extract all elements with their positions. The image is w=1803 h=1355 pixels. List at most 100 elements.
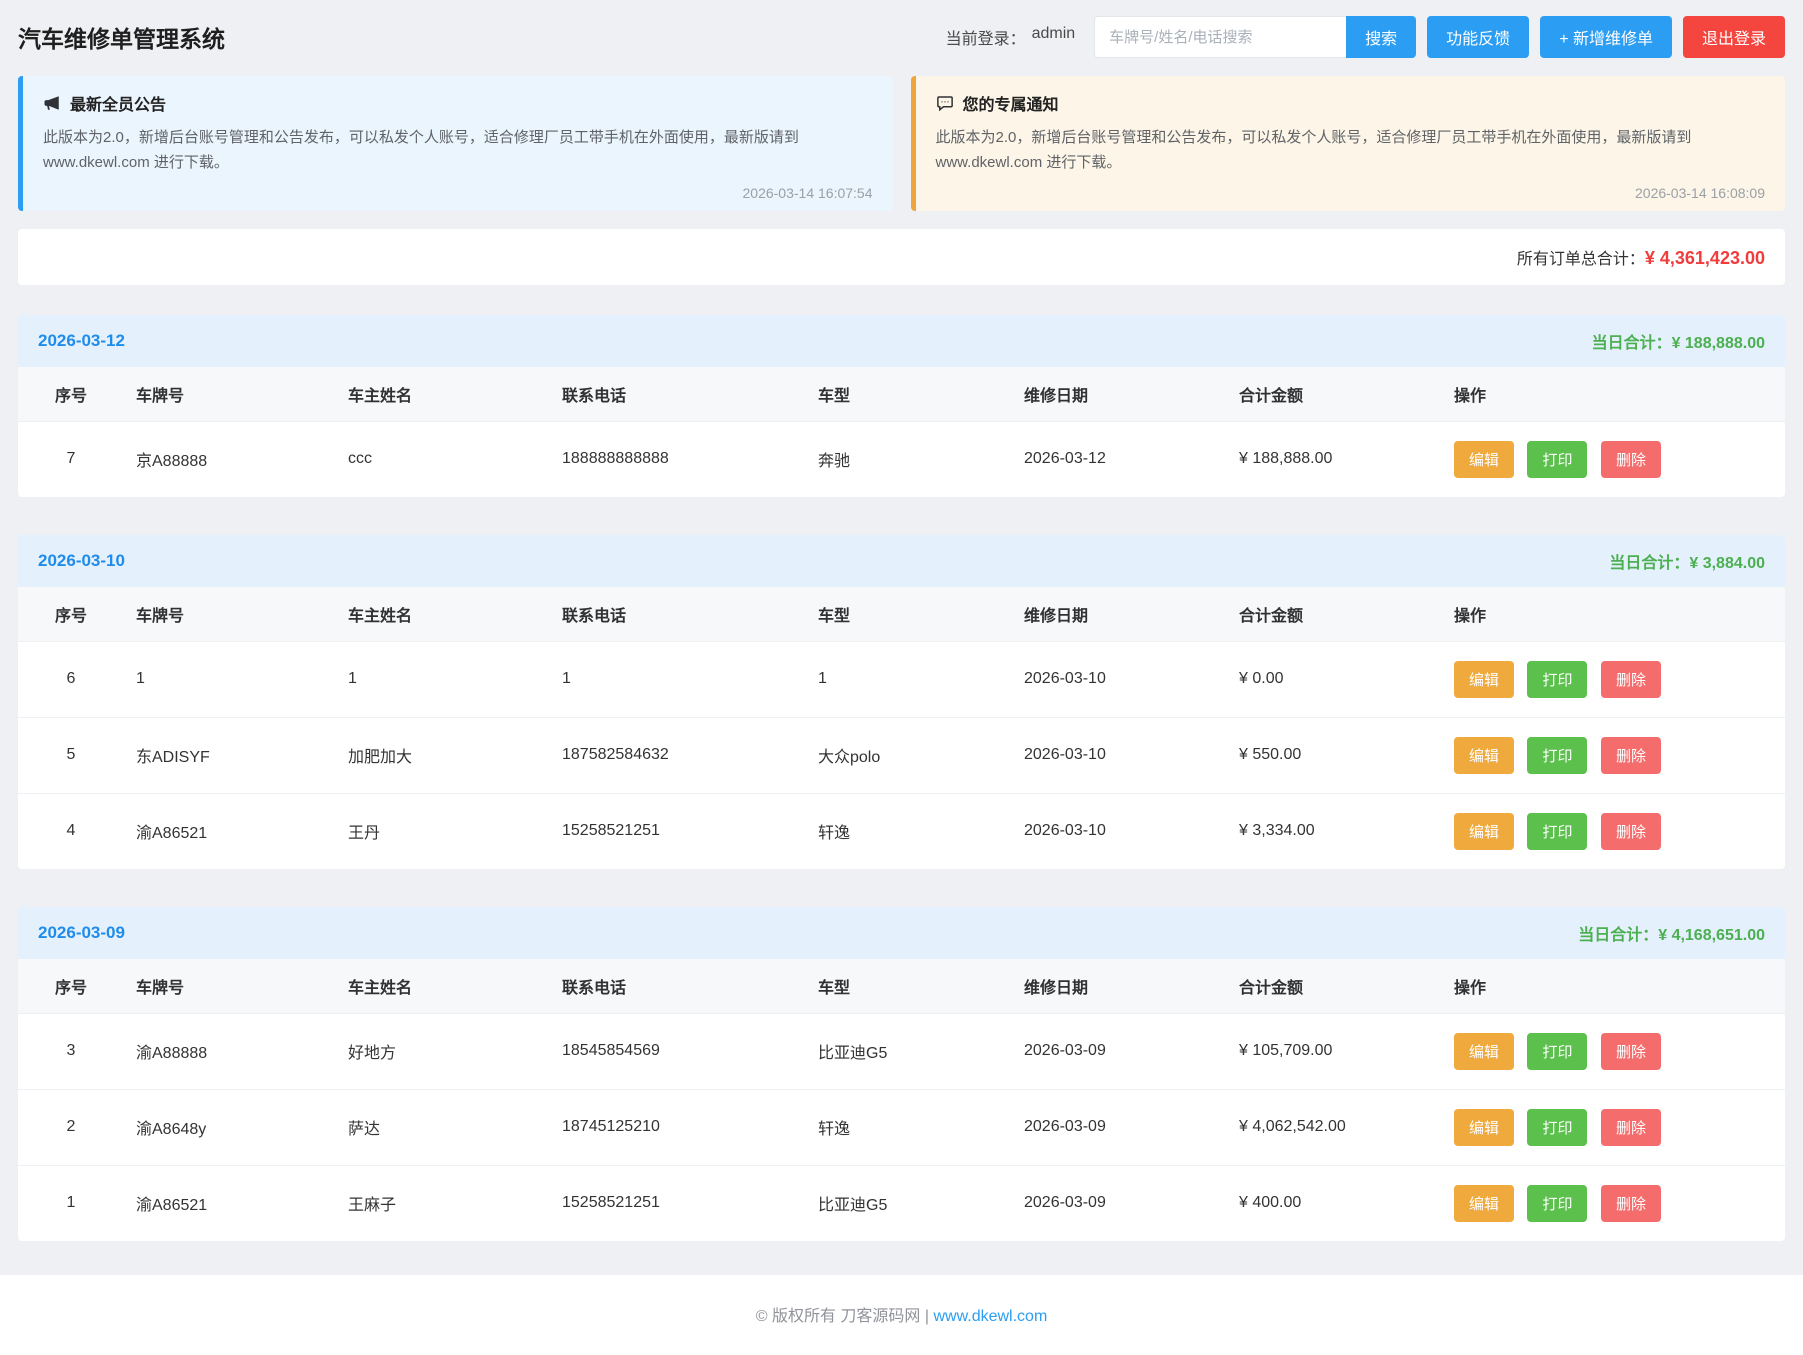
cell-car-model: 比亚迪G5 bbox=[806, 1165, 1012, 1241]
cell-amount: ¥ 400.00 bbox=[1227, 1165, 1442, 1241]
cell-owner-name: 萨达 bbox=[336, 1089, 550, 1165]
edit-button[interactable]: 编辑 bbox=[1454, 813, 1514, 850]
edit-button[interactable]: 编辑 bbox=[1454, 1109, 1514, 1146]
cell-repair-date: 2026-03-10 bbox=[1012, 641, 1227, 717]
table-row: 3 渝A88888 好地方 18545854569 比亚迪G5 2026-03-… bbox=[18, 1013, 1785, 1089]
column-header: 序号 bbox=[18, 587, 124, 642]
delete-button[interactable]: 删除 bbox=[1601, 441, 1661, 478]
cell-index: 5 bbox=[18, 717, 124, 793]
logout-button[interactable]: 退出登录 bbox=[1683, 16, 1785, 58]
table-row: 1 渝A86521 王麻子 15258521251 比亚迪G5 2026-03-… bbox=[18, 1165, 1785, 1241]
cell-amount: ¥ 550.00 bbox=[1227, 717, 1442, 793]
group-header: 2026-03-12 当日合计：¥ 188,888.00 bbox=[18, 315, 1785, 367]
cell-car-model: 奔驰 bbox=[806, 421, 1012, 497]
daily-total: 当日合计：¥ 4,168,651.00 bbox=[1578, 921, 1765, 945]
cell-owner-name: 好地方 bbox=[336, 1013, 550, 1089]
table-row: 2 渝A8648y 萨达 18745125210 轩逸 2026-03-09 ¥… bbox=[18, 1089, 1785, 1165]
megaphone-icon bbox=[43, 94, 61, 112]
cell-index: 2 bbox=[18, 1089, 124, 1165]
personal-notice-title: 您的专属通知 bbox=[963, 91, 1059, 115]
page: 汽车维修单管理系统 当前登录： admin 搜索 功能反馈 + 新增维修单 退出… bbox=[0, 0, 1803, 1245]
edit-button[interactable]: 编辑 bbox=[1454, 1033, 1514, 1070]
column-header: 车主姓名 bbox=[336, 959, 550, 1014]
cell-phone: 187582584632 bbox=[550, 717, 806, 793]
search-box: 搜索 bbox=[1094, 16, 1416, 58]
print-button[interactable]: 打印 bbox=[1527, 813, 1587, 850]
table-row: 5 东ADISYF 加肥加大 187582584632 大众polo 2026-… bbox=[18, 717, 1785, 793]
edit-button[interactable]: 编辑 bbox=[1454, 1185, 1514, 1222]
cell-amount: ¥ 105,709.00 bbox=[1227, 1013, 1442, 1089]
print-button[interactable]: 打印 bbox=[1527, 441, 1587, 478]
column-header: 合计金额 bbox=[1227, 587, 1442, 642]
orders-table: 序号车牌号车主姓名联系电话车型维修日期合计金额操作 3 渝A88888 好地方 … bbox=[18, 959, 1785, 1241]
notices: 最新全员公告 此版本为2.0，新增后台账号管理和公告发布，可以私发个人账号，适合… bbox=[18, 76, 1785, 211]
print-button[interactable]: 打印 bbox=[1527, 661, 1587, 698]
column-header: 车主姓名 bbox=[336, 587, 550, 642]
grand-total-label: 所有订单总合计： bbox=[1517, 251, 1645, 268]
edit-button[interactable]: 编辑 bbox=[1454, 737, 1514, 774]
print-button[interactable]: 打印 bbox=[1527, 737, 1587, 774]
column-header: 操作 bbox=[1442, 587, 1785, 642]
add-repair-order-button[interactable]: + 新增维修单 bbox=[1540, 16, 1672, 58]
group-date: 2026-03-10 bbox=[38, 551, 125, 571]
delete-button[interactable]: 删除 bbox=[1601, 1185, 1661, 1222]
table-row: 6 1 1 1 1 2026-03-10 ¥ 0.00 编辑 打印 删除 bbox=[18, 641, 1785, 717]
announcement-title: 最新全员公告 bbox=[70, 91, 166, 115]
copyright-text: © 版权所有 刀客源码网 bbox=[756, 1308, 921, 1325]
delete-button[interactable]: 删除 bbox=[1601, 1109, 1661, 1146]
order-group: 2026-03-10 当日合计：¥ 3,884.00 序号车牌号车主姓名联系电话… bbox=[18, 535, 1785, 869]
column-header: 合计金额 bbox=[1227, 367, 1442, 422]
table-row: 7 京A88888 ccc 188888888888 奔驰 2026-03-12… bbox=[18, 421, 1785, 497]
print-button[interactable]: 打印 bbox=[1527, 1033, 1587, 1070]
footer-separator: | bbox=[925, 1308, 929, 1325]
personal-notice-title-row: 您的专属通知 bbox=[936, 91, 1766, 115]
cell-plate-number: 渝A8648y bbox=[124, 1089, 336, 1165]
feedback-button[interactable]: 功能反馈 bbox=[1427, 16, 1529, 58]
cell-owner-name: ccc bbox=[336, 421, 550, 497]
delete-button[interactable]: 删除 bbox=[1601, 661, 1661, 698]
column-header: 车型 bbox=[806, 959, 1012, 1014]
cell-car-model: 轩逸 bbox=[806, 1089, 1012, 1165]
cell-car-model: 1 bbox=[806, 641, 1012, 717]
cell-car-model: 比亚迪G5 bbox=[806, 1013, 1012, 1089]
current-login: 当前登录： admin bbox=[946, 25, 1076, 49]
cell-repair-date: 2026-03-09 bbox=[1012, 1013, 1227, 1089]
column-header: 车型 bbox=[806, 367, 1012, 422]
cell-repair-date: 2026-03-09 bbox=[1012, 1089, 1227, 1165]
grand-total-amount: ¥ 4,361,423.00 bbox=[1645, 248, 1765, 268]
cell-index: 1 bbox=[18, 1165, 124, 1241]
cell-actions: 编辑 打印 删除 bbox=[1442, 1089, 1785, 1165]
delete-button[interactable]: 删除 bbox=[1601, 813, 1661, 850]
edit-button[interactable]: 编辑 bbox=[1454, 441, 1514, 478]
cell-index: 7 bbox=[18, 421, 124, 497]
cell-phone: 188888888888 bbox=[550, 421, 806, 497]
print-button[interactable]: 打印 bbox=[1527, 1109, 1587, 1146]
grand-total-bar: 所有订单总合计：¥ 4,361,423.00 bbox=[18, 229, 1785, 285]
announcement-card: 最新全员公告 此版本为2.0，新增后台账号管理和公告发布，可以私发个人账号，适合… bbox=[18, 76, 893, 211]
column-header: 联系电话 bbox=[550, 367, 806, 422]
print-button[interactable]: 打印 bbox=[1527, 1185, 1587, 1222]
cell-amount: ¥ 4,062,542.00 bbox=[1227, 1089, 1442, 1165]
current-login-label: 当前登录： bbox=[946, 25, 1026, 49]
group-date: 2026-03-09 bbox=[38, 923, 125, 943]
search-button[interactable]: 搜索 bbox=[1346, 16, 1416, 58]
delete-button[interactable]: 删除 bbox=[1601, 737, 1661, 774]
search-input[interactable] bbox=[1094, 16, 1346, 58]
order-group: 2026-03-12 当日合计：¥ 188,888.00 序号车牌号车主姓名联系… bbox=[18, 315, 1785, 497]
cell-actions: 编辑 打印 删除 bbox=[1442, 421, 1785, 497]
column-header: 车型 bbox=[806, 587, 1012, 642]
delete-button[interactable]: 删除 bbox=[1601, 1033, 1661, 1070]
daily-total: 当日合计：¥ 188,888.00 bbox=[1592, 329, 1765, 353]
cell-amount: ¥ 188,888.00 bbox=[1227, 421, 1442, 497]
column-header: 维修日期 bbox=[1012, 959, 1227, 1014]
edit-button[interactable]: 编辑 bbox=[1454, 661, 1514, 698]
footer-link[interactable]: www.dkewl.com bbox=[933, 1308, 1047, 1325]
cell-index: 6 bbox=[18, 641, 124, 717]
cell-phone: 15258521251 bbox=[550, 793, 806, 869]
cell-actions: 编辑 打印 删除 bbox=[1442, 793, 1785, 869]
table-header-row: 序号车牌号车主姓名联系电话车型维修日期合计金额操作 bbox=[18, 367, 1785, 422]
announcement-timestamp: 2026-03-14 16:07:54 bbox=[43, 185, 873, 201]
cell-plate-number: 渝A88888 bbox=[124, 1013, 336, 1089]
column-header: 维修日期 bbox=[1012, 587, 1227, 642]
cell-actions: 编辑 打印 删除 bbox=[1442, 641, 1785, 717]
